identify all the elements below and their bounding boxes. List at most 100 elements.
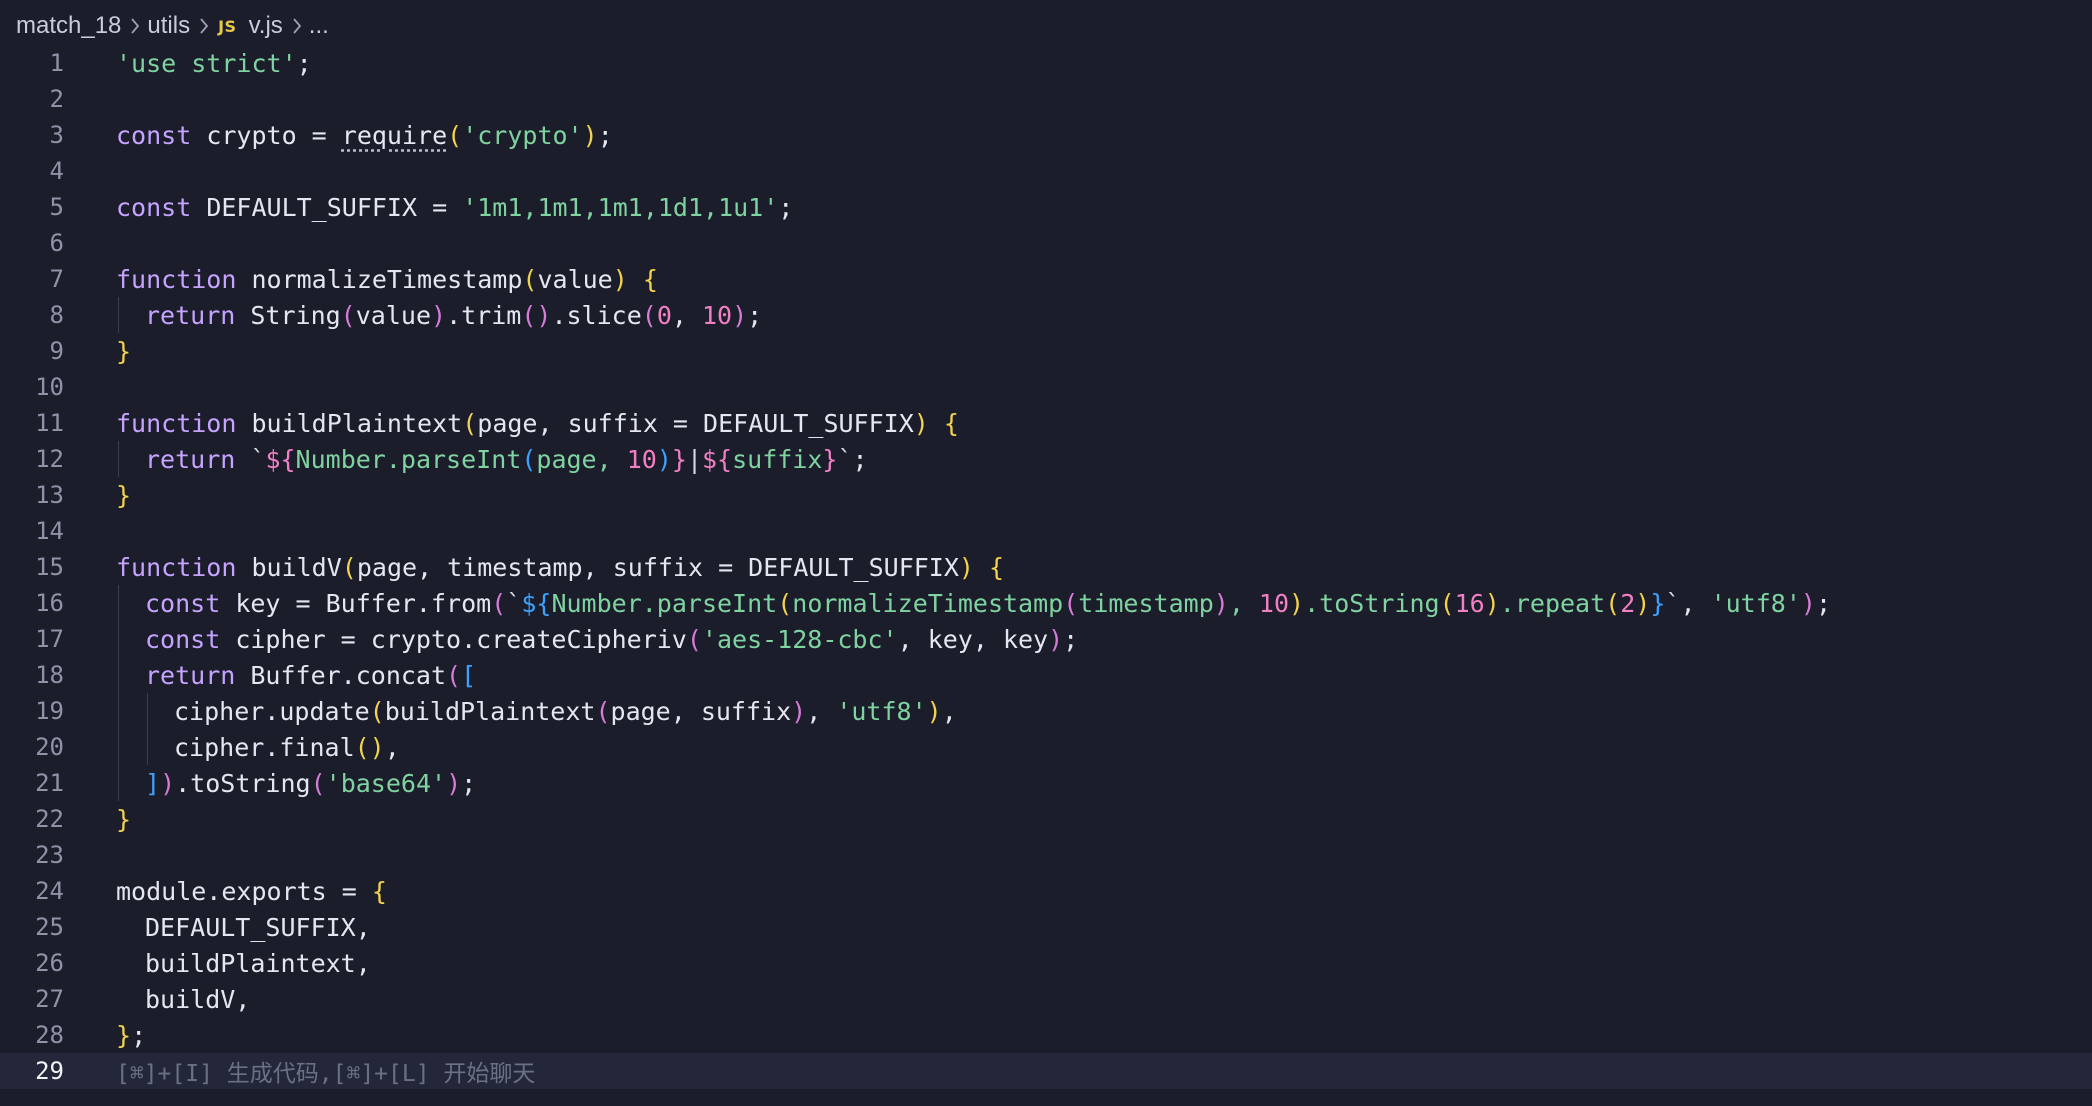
bracket-token: ( [641, 300, 657, 330]
line-number: 26 [35, 949, 64, 977]
line-number: 22 [35, 805, 64, 833]
code-line[interactable]: 23 [0, 837, 2092, 873]
identifier-token: suffix [732, 444, 823, 474]
identifier-token: key = Buffer.from [220, 588, 492, 618]
indent-guide [147, 729, 148, 765]
bracket-token: { [371, 876, 387, 906]
code-line[interactable]: 7 function normalizeTimestamp(value) { [0, 261, 2092, 297]
bracket-token: ) [1800, 588, 1816, 618]
keyword-token: const [145, 624, 221, 654]
code-line[interactable]: 11 function buildPlaintext(page, suffix … [0, 405, 2092, 441]
code-line[interactable]: 14 [0, 513, 2092, 549]
identifier-token: buildPlaintext, [145, 948, 371, 978]
code-line[interactable]: 12 return ` ${Number.parseInt(page, 10)} |… [0, 441, 2092, 477]
indent-guide [118, 441, 119, 477]
line-number: 5 [49, 193, 64, 221]
line-number: 18 [35, 661, 64, 689]
breadcrumb-file-vjs[interactable]: v.js [249, 12, 283, 40]
code-line[interactable]: 21 ]) .toString('base64'); [0, 765, 2092, 801]
code-line[interactable]: 16 const key = Buffer.from(` ${Number.par… [0, 585, 2092, 621]
line-number: 17 [35, 625, 64, 653]
code-line[interactable]: 28 }; [0, 1017, 2092, 1053]
bracket-token: () [521, 300, 552, 330]
indent-guide [118, 657, 119, 693]
bracket-token: () [354, 732, 385, 762]
punctuation-token: ; [1815, 588, 1832, 618]
indent-guide [118, 729, 119, 765]
code-content: } [116, 333, 131, 369]
code-line[interactable]: 27 buildV, [0, 981, 2092, 1017]
template-token: ` [250, 444, 266, 474]
code-line[interactable]: 6 [0, 225, 2092, 261]
breadcrumb-folder-match18[interactable]: match_18 [16, 12, 121, 40]
bracket-token: ( [341, 552, 357, 582]
function-token: require [341, 120, 448, 150]
code-editor[interactable]: 1 'use strict'; 2 3 const crypto = requi… [0, 45, 2092, 1089]
indent-guide [118, 693, 119, 729]
line-number: 29 [35, 1057, 64, 1085]
punctuation-token: ; [131, 1020, 147, 1050]
function-token: .toString [175, 768, 311, 798]
identifier-token: cipher = crypto.createCipheriv [220, 624, 687, 654]
breadcrumb-symbols-more[interactable]: ... [309, 12, 329, 40]
bracket-token: { [989, 552, 1005, 582]
code-line[interactable]: 26 buildPlaintext, [0, 945, 2092, 981]
bracket-token: ) [612, 264, 628, 294]
code-line[interactable]: 19 cipher.update(buildPlaintext(page, su… [0, 693, 2092, 729]
bracket-token: ( [686, 624, 702, 654]
identifier-token: timestamp [1078, 588, 1214, 618]
punctuation-token: ; [461, 768, 477, 798]
code-content: module.exports = { [116, 873, 387, 909]
bracket-token: ) [656, 444, 672, 474]
line-number: 8 [49, 301, 64, 329]
bracket-token: } [116, 336, 132, 366]
identifier-token: page, suffix = DEFAULT_SUFFIX [477, 408, 914, 438]
bracket-token: ) [582, 120, 598, 150]
code-line[interactable]: 13 } [0, 477, 2092, 513]
code-content: cipher.update(buildPlaintext(page, suffi… [174, 693, 957, 729]
line-number: 24 [35, 877, 64, 905]
indent-guide [118, 585, 119, 621]
number-token: 10 [626, 444, 657, 474]
line-number: 27 [35, 985, 64, 1013]
string-token: 'aes-128-cbc' [701, 624, 898, 654]
code-line[interactable]: 20 cipher.final(), [0, 729, 2092, 765]
code-line[interactable]: 5 const DEFAULT_SUFFIX = '1m1,1m1,1m1,1d… [0, 189, 2092, 225]
identifier-token: cipher.final [174, 732, 355, 762]
code-line[interactable]: 8 return String(value) .trim() .slice(0, 1… [0, 297, 2092, 333]
code-content: }; [116, 1017, 146, 1053]
function-token: normalizeTimestamp [792, 588, 1064, 618]
code-line[interactable]: 4 [0, 153, 2092, 189]
code-line[interactable]: 1 'use strict'; [0, 45, 2092, 81]
code-line[interactable]: 10 [0, 369, 2092, 405]
template-brace-token: } [671, 444, 687, 474]
code-line[interactable]: 9 } [0, 333, 2092, 369]
code-line[interactable]: 15 function buildV(page, timestamp, suff… [0, 549, 2092, 585]
code-content: ]) .toString('base64'); [145, 765, 476, 801]
punctuation-token: ; [1063, 624, 1079, 654]
punctuation-token: , [384, 732, 400, 762]
line-number: 20 [35, 733, 64, 761]
code-line[interactable]: 24 module.exports = { [0, 873, 2092, 909]
line-number: 6 [49, 229, 64, 257]
code-line[interactable]: 2 [0, 81, 2092, 117]
keyword-token: function [116, 408, 237, 438]
line-number: 28 [35, 1021, 64, 1049]
bracket-token: ( [491, 588, 507, 618]
current-code-line[interactable]: 29 [⌘]+[I] 生成代码,[⌘]+[L] 开始聊天 [0, 1053, 2092, 1089]
breadcrumb-folder-utils[interactable]: utils [147, 12, 190, 40]
line-number: 16 [35, 589, 64, 617]
indent-guide [118, 765, 119, 801]
template-brace-token: ${ [265, 444, 296, 474]
chevron-right-icon [292, 17, 302, 35]
code-line[interactable]: 25 DEFAULT_SUFFIX, [0, 909, 2092, 945]
code-line[interactable]: 22 } [0, 801, 2092, 837]
template-brace-token: ${ [521, 588, 552, 618]
code-content: cipher.final(), [174, 729, 400, 765]
code-line[interactable]: 18 return Buffer.concat([ [0, 657, 2092, 693]
code-line[interactable]: 3 const crypto = require('crypto'); [0, 117, 2092, 153]
identifier-token: crypto = [191, 120, 342, 150]
bracket-token: ( [310, 768, 326, 798]
code-line[interactable]: 17 const cipher = crypto.createCipheriv(… [0, 621, 2092, 657]
